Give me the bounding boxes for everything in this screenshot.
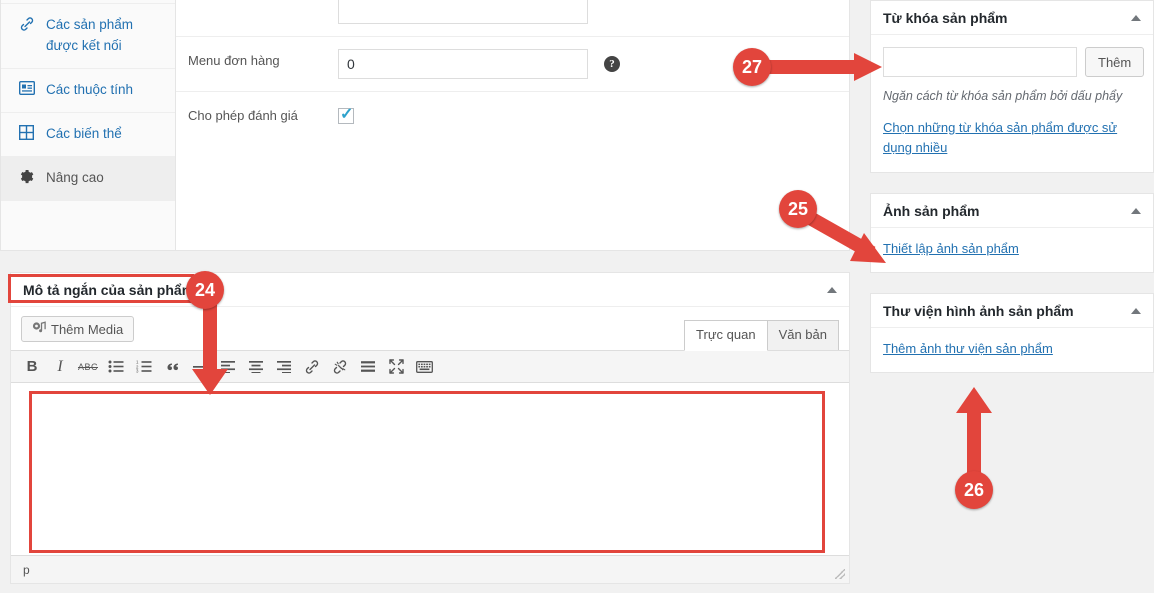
sidebar-item-variations[interactable]: Các biến thể <box>1 113 175 157</box>
product-data-tabs: Giao nhận Các sản phẩm được kết nối <box>1 0 176 250</box>
product-gallery-header: Thư viện hình ảnh sản phẩm <box>871 294 1153 329</box>
annotation-bubble-25: 25 <box>779 190 817 228</box>
sidebar-item-linked-products[interactable]: Các sản phẩm được kết nối <box>1 4 175 69</box>
editor-status-bar: p <box>11 555 849 583</box>
product-image-body: Thiết lập ảnh sản phẩm <box>871 228 1153 272</box>
sidebar-item-label: Các biến thể <box>46 125 122 141</box>
gear-icon <box>19 169 39 187</box>
product-tag-add-row: Thêm <box>883 47 1145 77</box>
annotation-bubble-27: 27 <box>733 48 771 86</box>
help-icon[interactable]: ? <box>604 56 620 72</box>
attributes-icon <box>18 80 39 99</box>
field-purchase-note: Purchase note ? <box>176 0 849 37</box>
add-media-button[interactable]: Thêm Media <box>21 316 135 342</box>
strikethrough-icon[interactable]: ABC <box>75 354 101 380</box>
svg-text:3: 3 <box>136 369 139 373</box>
set-product-image-link[interactable]: Thiết lập ảnh sản phẩm <box>883 239 1019 259</box>
menu-order-input[interactable] <box>338 49 588 79</box>
fullscreen-icon[interactable] <box>383 354 409 380</box>
annotation-number: 25 <box>779 190 817 228</box>
field-enable-reviews: Cho phép đánh giá <box>176 92 849 136</box>
tab-text[interactable]: Văn bản <box>766 319 839 350</box>
italic-icon[interactable]: I <box>47 354 73 380</box>
purchase-note-textarea[interactable] <box>338 0 588 24</box>
short-description-metabox: Mô tả ngắn của sản phẩm Thêm Media Trực … <box>10 272 850 584</box>
insert-link-icon[interactable] <box>299 354 325 380</box>
toolbar-toggle-icon[interactable] <box>411 354 437 380</box>
product-gallery-body: Thêm ảnh thư viện sản phẩm <box>871 328 1153 372</box>
collapse-toggle-icon[interactable] <box>1131 207 1141 214</box>
screen: Giao nhận Các sản phẩm được kết nối <box>0 0 1154 593</box>
product-gallery-metabox: Thư viện hình ảnh sản phẩm Thêm ảnh thư … <box>870 293 1154 374</box>
editor-mode-tabs: Trực quan Văn bản <box>684 319 839 351</box>
collapse-toggle-icon[interactable] <box>1131 14 1141 21</box>
sidebar-item-label: Các sản phẩm được kết nối <box>46 16 134 53</box>
media-icon <box>32 321 46 337</box>
field-label: Menu đơn hàng <box>188 53 280 68</box>
product-image-header: Ảnh sản phẩm <box>871 194 1153 229</box>
sidebar-item-label: Nâng cao <box>46 169 104 185</box>
sidebar-item-advanced[interactable]: Nâng cao <box>1 156 175 201</box>
annotation-highlight-24 <box>8 274 194 303</box>
annotation-arrow-27 <box>760 50 885 87</box>
editor-element-path: p <box>23 562 30 577</box>
tab-visual[interactable]: Trực quan <box>684 319 768 351</box>
annotation-number: 27 <box>733 48 771 86</box>
add-tag-button[interactable]: Thêm <box>1085 47 1145 77</box>
enable-reviews-checkbox[interactable] <box>338 104 354 124</box>
bold-icon[interactable]: B <box>19 354 45 380</box>
sidebar-item-attributes[interactable]: Các thuộc tính <box>1 69 175 113</box>
variations-grid-icon <box>18 124 39 143</box>
add-media-label: Thêm Media <box>51 321 124 337</box>
product-tags-body: Thêm Ngăn cách từ khóa sản phẩm bởi dấu … <box>871 35 1153 172</box>
align-right-icon[interactable] <box>271 354 297 380</box>
product-gallery-title: Thư viện hình ảnh sản phẩm <box>883 302 1074 319</box>
annotation-bubble-24: 24 <box>186 271 224 309</box>
add-gallery-image-link[interactable]: Thêm ảnh thư viện sản phẩm <box>883 339 1053 359</box>
product-tags-hint: Ngăn cách từ khóa sản phẩm bởi dấu phẩy <box>883 89 1123 103</box>
field-control: ? <box>338 0 849 24</box>
align-center-icon[interactable] <box>243 354 269 380</box>
annotation-number: 24 <box>186 271 224 309</box>
product-tags-metabox: Từ khóa sản phẩm Thêm Ngăn cách từ khóa … <box>870 0 1154 174</box>
editor-resize-handle[interactable] <box>835 569 845 579</box>
collapse-toggle-icon[interactable] <box>1131 307 1141 314</box>
sidebar-meta-column: Từ khóa sản phẩm Thêm Ngăn cách từ khóa … <box>870 0 1154 393</box>
numbered-list-icon[interactable]: 1 2 3 <box>131 354 157 380</box>
choose-popular-tags-link[interactable]: Chọn những từ khóa sản phẩm được sử dụng… <box>883 118 1141 158</box>
annotation-number: 26 <box>955 471 993 509</box>
short-description-editor-body[interactable] <box>29 391 825 553</box>
product-tag-input[interactable] <box>883 47 1077 77</box>
product-image-metabox: Ảnh sản phẩm Thiết lập ảnh sản phẩm <box>870 193 1154 274</box>
editor-toolbar-top: Thêm Media Trực quan Văn bản <box>11 307 849 351</box>
field-label: Cho phép đánh giá <box>188 108 298 123</box>
blockquote-icon[interactable] <box>159 354 185 380</box>
bulleted-list-icon[interactable] <box>103 354 129 380</box>
insert-read-more-icon[interactable] <box>355 354 381 380</box>
product-data-panel: Giao nhận Các sản phẩm được kết nối <box>0 0 850 251</box>
editor-format-toolbar: B I ABC 1 2 3 <box>11 350 849 383</box>
sidebar-item-label: Các thuộc tính <box>46 81 134 97</box>
product-tags-title: Từ khóa sản phẩm <box>883 9 1008 26</box>
link-icon <box>19 16 39 34</box>
product-data-fields: Purchase note ? Menu đơn hàng ? Cho phép… <box>176 0 849 250</box>
product-tags-header: Từ khóa sản phẩm <box>871 1 1153 35</box>
collapse-toggle-icon[interactable] <box>827 286 837 293</box>
remove-link-icon[interactable] <box>327 354 353 380</box>
annotation-bubble-26: 26 <box>955 471 993 509</box>
field-control <box>338 104 849 124</box>
